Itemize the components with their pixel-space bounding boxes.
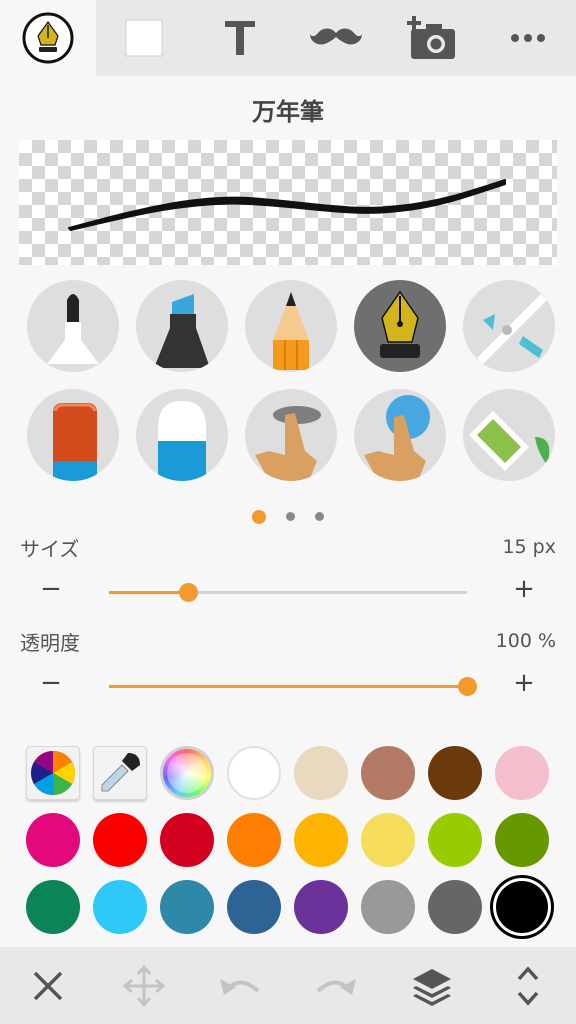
tab-pen-tool[interactable]: [0, 0, 96, 76]
page-dot-1[interactable]: [252, 510, 266, 524]
brush-eraser[interactable]: [27, 389, 119, 481]
move-icon: [122, 964, 166, 1007]
size-increase-button[interactable]: +: [509, 574, 539, 604]
smudge-finger-icon: [255, 406, 321, 481]
color-swatch[interactable]: [26, 813, 80, 867]
opacity-increase-button[interactable]: +: [509, 668, 539, 698]
size-slider[interactable]: [109, 583, 467, 602]
pencil-icon: [273, 292, 309, 370]
color-swatch[interactable]: [160, 813, 214, 867]
brush-pencil[interactable]: [245, 280, 337, 372]
top-toolbar: [0, 0, 576, 76]
opacity-label: 透明度: [20, 631, 80, 655]
layers-button[interactable]: [384, 947, 480, 1024]
fountain-pen-icon: [380, 290, 420, 358]
color-swatch[interactable]: [294, 880, 348, 934]
fill-bucket-icon: [469, 411, 550, 471]
airbrush-icon: [477, 294, 547, 364]
brush-chisel-marker[interactable]: [136, 280, 228, 372]
chisel-marker-icon: [154, 294, 210, 368]
page-dot-2[interactable]: [286, 512, 295, 521]
close-icon: [33, 971, 63, 1000]
opacity-slider[interactable]: [109, 677, 477, 696]
color-swatch[interactable]: [495, 746, 549, 800]
more-dots-icon: [511, 34, 545, 42]
brush-marker[interactable]: [27, 280, 119, 372]
undo-icon: [220, 978, 260, 995]
tab-stamp[interactable]: [288, 0, 384, 76]
opacity-slider-thumb[interactable]: [458, 677, 477, 696]
white-square-icon: [125, 19, 163, 57]
color-swatch[interactable]: [495, 813, 549, 867]
size-label: サイズ: [20, 537, 80, 561]
tab-more[interactable]: [480, 0, 576, 76]
color-wheel-button[interactable]: [26, 746, 80, 800]
text-icon: [225, 21, 255, 55]
color-swatch[interactable]: [496, 881, 548, 933]
tab-text[interactable]: [192, 0, 288, 76]
redo-button[interactable]: [288, 947, 384, 1024]
rainbow-highlight: [167, 753, 207, 793]
expand-button[interactable]: [480, 947, 576, 1024]
size-slider-thumb[interactable]: [179, 583, 198, 602]
brush-title: 万年筆: [252, 98, 324, 126]
add-photo-icon: [407, 16, 455, 59]
color-swatch[interactable]: [294, 746, 348, 800]
rainbow-color-button[interactable]: [160, 746, 214, 800]
stroke-preview: [19, 140, 557, 265]
stroke-sample: [68, 179, 506, 231]
color-swatch[interactable]: [361, 746, 415, 800]
page-indicator: [0, 510, 576, 524]
tab-photo[interactable]: [384, 0, 480, 76]
brush-smudge[interactable]: [245, 389, 337, 481]
color-swatch[interactable]: [93, 880, 147, 934]
brush-fountain-pen[interactable]: [354, 280, 446, 372]
opacity-decrease-button[interactable]: −: [36, 668, 66, 698]
tab-canvas-color[interactable]: [96, 0, 192, 76]
redo-icon: [316, 978, 356, 995]
soft-eraser-icon: [158, 401, 206, 481]
color-swatch[interactable]: [428, 880, 482, 934]
color-swatch[interactable]: [160, 880, 214, 934]
size-value: 15 px: [502, 536, 556, 558]
size-decrease-button[interactable]: −: [36, 574, 66, 604]
color-swatch[interactable]: [294, 813, 348, 867]
color-wheel-icon: [31, 751, 75, 795]
eyedropper-icon: [101, 753, 140, 792]
opacity-slider-fill: [109, 685, 467, 688]
undo-button[interactable]: [192, 947, 288, 1024]
brush-blur[interactable]: [354, 389, 446, 481]
page-dot-3[interactable]: [315, 512, 324, 521]
blur-finger-icon: [364, 395, 430, 481]
layers-icon: [413, 968, 451, 1006]
color-swatch[interactable]: [361, 880, 415, 934]
color-swatch[interactable]: [428, 746, 482, 800]
mustache-icon: [310, 28, 362, 45]
bottom-toolbar: [0, 947, 576, 1024]
fountain-pen-icon: [22, 12, 74, 64]
opacity-value: 100 %: [495, 630, 556, 652]
color-swatch[interactable]: [93, 813, 147, 867]
brush-airbrush[interactable]: [463, 280, 555, 372]
color-swatch[interactable]: [428, 813, 482, 867]
eraser-icon: [53, 403, 97, 481]
color-swatch[interactable]: [227, 746, 281, 800]
brush-fill[interactable]: [463, 389, 555, 481]
brush-soft-eraser[interactable]: [136, 389, 228, 481]
close-button[interactable]: [0, 947, 96, 1024]
size-slider-fill: [109, 591, 188, 594]
color-swatch[interactable]: [227, 880, 281, 934]
color-swatch[interactable]: [361, 813, 415, 867]
marker-icon: [47, 294, 99, 364]
eyedropper-button[interactable]: [93, 746, 147, 800]
chevron-up-down-icon: [517, 965, 539, 1006]
move-button[interactable]: [96, 947, 192, 1024]
color-swatch[interactable]: [26, 880, 80, 934]
color-swatch[interactable]: [227, 813, 281, 867]
